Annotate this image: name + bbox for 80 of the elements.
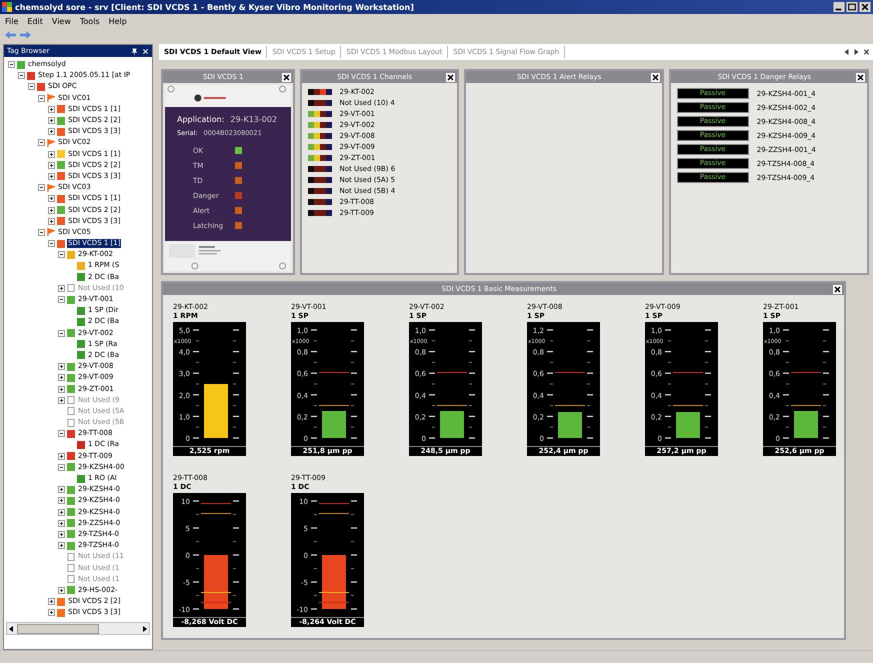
expander-icon[interactable] (58, 464, 65, 471)
expander-icon[interactable] (38, 139, 45, 146)
expander-icon[interactable] (38, 184, 45, 192)
scroll-left-icon[interactable] (7, 624, 15, 632)
window-title: chemsolyd sore - srv [Client: SDI VCDS 1 - Bently & Kyser Vibro Monitoring Workstation] (15, 2, 415, 12)
alarm-line (201, 512, 231, 514)
alarm-line (555, 404, 585, 406)
right-arrow-icon[interactable] (853, 48, 860, 56)
expander-icon[interactable] (58, 386, 65, 393)
alarm-line (201, 592, 231, 593)
expander-icon[interactable] (48, 117, 55, 124)
expander-icon[interactable] (48, 128, 55, 136)
expander-icon[interactable] (48, 106, 55, 113)
close-icon[interactable] (446, 72, 455, 82)
expander-icon[interactable] (58, 396, 65, 404)
expander-icon[interactable] (58, 520, 65, 527)
alarm-line (791, 372, 821, 374)
expander-icon[interactable] (58, 486, 65, 494)
app-icon (2, 2, 12, 12)
expander-icon[interactable] (58, 586, 65, 594)
expander-icon[interactable] (28, 83, 35, 90)
maximize-icon[interactable] (846, 2, 858, 12)
expander-icon[interactable] (18, 72, 25, 80)
expander-icon[interactable] (48, 598, 55, 606)
alarm-line (201, 503, 231, 504)
expander-icon[interactable] (48, 172, 55, 180)
scroll-right-icon[interactable] (141, 624, 149, 632)
scroll-thumb[interactable] (17, 624, 99, 634)
field-label: Application: (177, 115, 224, 124)
expander-icon[interactable] (58, 251, 65, 258)
expander-icon[interactable] (58, 284, 65, 292)
close-icon[interactable] (859, 2, 871, 12)
pin-icon[interactable] (131, 48, 138, 54)
alarm-line (319, 592, 349, 593)
expander-icon[interactable] (58, 497, 65, 504)
expander-icon[interactable] (58, 530, 65, 538)
expander-icon[interactable] (48, 206, 55, 214)
expander-icon[interactable] (58, 296, 65, 304)
left-arrow-icon[interactable] (843, 48, 850, 56)
close-icon[interactable] (282, 72, 291, 82)
alarm-line (201, 602, 231, 603)
horizontal-scrollbar[interactable] (6, 622, 150, 635)
alarm-line (673, 372, 703, 374)
expander-icon[interactable] (48, 240, 55, 248)
menu-item[interactable]: View (52, 16, 71, 26)
alarm-line (437, 404, 467, 406)
alarm-line (319, 602, 349, 603)
expander-icon[interactable] (58, 452, 65, 460)
expander-icon[interactable] (48, 218, 55, 225)
close-icon[interactable] (856, 72, 865, 82)
expander-icon[interactable] (58, 542, 65, 550)
expander-icon[interactable] (58, 430, 65, 438)
close-icon[interactable] (650, 72, 660, 82)
expander-icon[interactable] (38, 94, 45, 102)
expander-icon[interactable] (58, 363, 65, 370)
expander-icon[interactable] (48, 162, 55, 169)
alarm-line (319, 404, 349, 406)
menu-item[interactable]: Help (108, 16, 127, 26)
close-icon[interactable] (863, 48, 870, 56)
menu-item[interactable]: Edit (27, 16, 43, 26)
alarm-line (319, 503, 349, 504)
menu-item[interactable]: File (5, 16, 18, 26)
menu-item[interactable]: Tools (80, 16, 100, 26)
expander-icon[interactable] (58, 508, 65, 516)
expander-icon[interactable] (48, 609, 55, 616)
close-icon[interactable] (833, 284, 842, 294)
expander-icon[interactable] (48, 150, 55, 158)
alarm-line (319, 512, 349, 514)
expander-icon[interactable] (8, 61, 15, 68)
expander-icon[interactable] (58, 330, 65, 337)
expander-icon[interactable] (38, 228, 45, 236)
alarm-line (437, 372, 467, 374)
alarm-line (791, 404, 821, 406)
minimize-icon[interactable] (833, 2, 845, 12)
expander-icon[interactable] (58, 374, 65, 382)
expander-icon[interactable] (48, 195, 55, 202)
alarm-line (555, 372, 585, 374)
alarm-line (673, 404, 703, 406)
field-value: 29-K13-002 (230, 115, 278, 124)
alarm-line (319, 372, 349, 374)
